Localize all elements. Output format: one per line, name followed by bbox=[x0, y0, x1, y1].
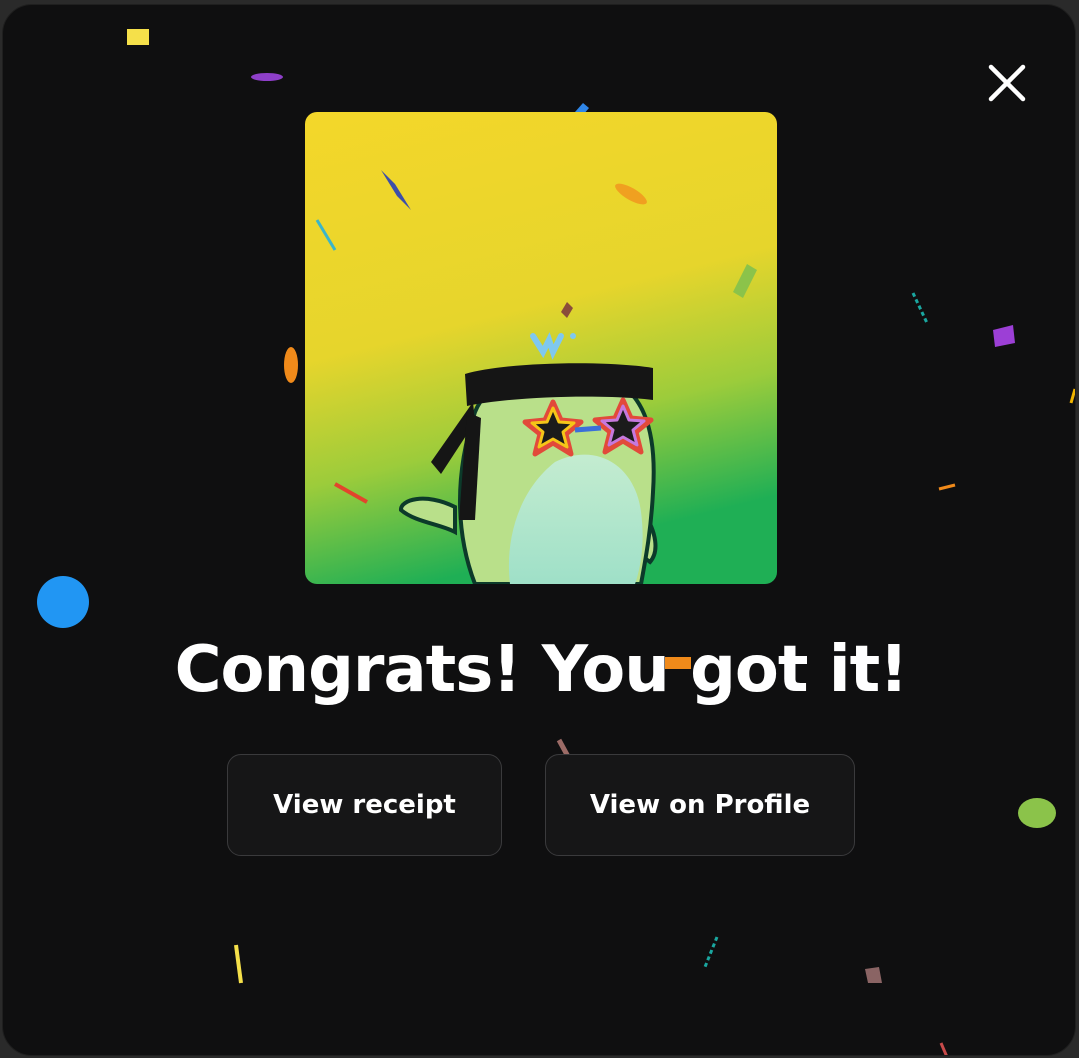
collectible-artwork bbox=[305, 112, 777, 584]
view-on-profile-button[interactable]: View on Profile bbox=[545, 754, 855, 856]
congrats-dialog: Congrats! You got it! View receipt View … bbox=[2, 4, 1076, 1056]
view-receipt-button[interactable]: View receipt bbox=[227, 754, 502, 856]
close-icon bbox=[988, 64, 1026, 102]
character-illustration bbox=[305, 112, 777, 584]
close-button[interactable] bbox=[979, 55, 1035, 111]
congrats-title: Congrats! You got it! bbox=[174, 633, 909, 707]
